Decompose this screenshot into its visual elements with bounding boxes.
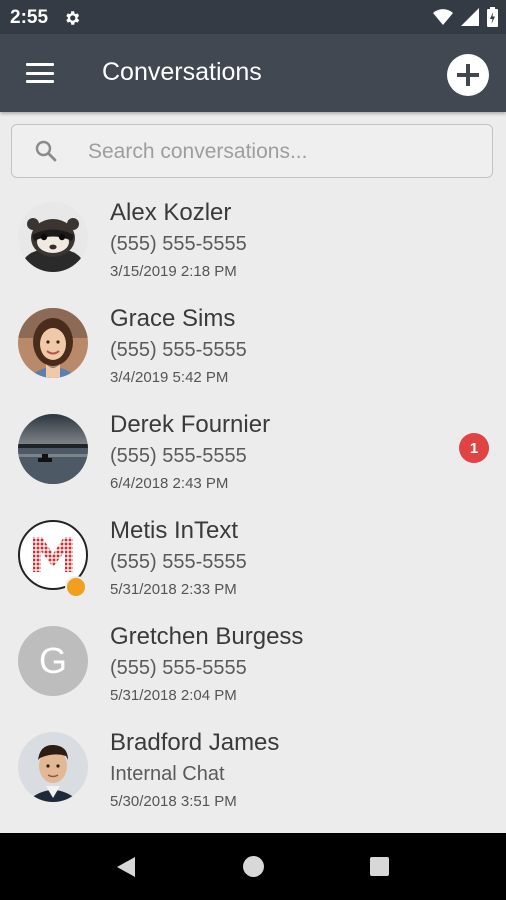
search-icon (34, 139, 58, 168)
recents-icon[interactable] (370, 857, 389, 876)
contact-phone: (555) 555-5555 (110, 445, 247, 467)
status-bar: 2:55 (0, 0, 506, 34)
message-timestamp: 6/4/2018 2:43 PM (110, 475, 229, 492)
battery-icon (487, 7, 498, 32)
conversation-list: Alex Kozler (555) 555-5555 3/15/2019 2:1… (0, 188, 506, 824)
avatar (18, 202, 88, 272)
contact-name: Alex Kozler (110, 199, 232, 226)
back-icon[interactable] (115, 855, 137, 884)
contact-phone: (555) 555-5555 (110, 339, 247, 361)
wifi-icon (433, 8, 453, 31)
search-input[interactable] (86, 133, 480, 171)
message-timestamp: 5/31/2018 2:04 PM (110, 687, 237, 704)
navigation-bar (0, 833, 506, 900)
contact-name: Metis InText (110, 517, 239, 544)
avatar-letter: G (18, 626, 88, 696)
message-timestamp: 5/30/2018 3:51 PM (110, 793, 237, 810)
message-timestamp: 3/4/2019 5:42 PM (110, 369, 229, 386)
search-bar[interactable] (11, 124, 493, 178)
signal-icon (461, 8, 479, 31)
conversation-row[interactable]: Grace Sims (555) 555-5555 3/4/2019 5:42 … (0, 294, 506, 400)
page-title: Conversations (102, 58, 262, 86)
avatar (18, 732, 88, 802)
contact-name: Gretchen Burgess (110, 623, 304, 650)
contact-phone: (555) 555-5555 (110, 551, 247, 573)
add-conversation-button[interactable] (447, 54, 489, 96)
status-time: 2:55 (10, 7, 49, 28)
conversation-row[interactable]: Alex Kozler (555) 555-5555 3/15/2019 2:1… (0, 188, 506, 294)
message-timestamp: 5/31/2018 2:33 PM (110, 581, 237, 598)
conversation-row[interactable]: G Gretchen Burgess (555) 555-5555 5/31/2… (0, 612, 506, 718)
avatar (18, 414, 88, 484)
home-icon[interactable] (243, 856, 264, 877)
gear-icon (63, 9, 81, 32)
avatar (18, 308, 88, 378)
contact-name: Bradford James (110, 729, 280, 756)
unread-badge: 1 (459, 433, 489, 463)
message-timestamp: 3/15/2019 2:18 PM (110, 263, 237, 280)
status-icons (433, 7, 498, 32)
conversation-row[interactable]: Derek Fournier (555) 555-5555 6/4/2018 2… (0, 400, 506, 506)
contact-subtitle: Internal Chat (110, 763, 225, 785)
conversation-row[interactable]: Bradford James Internal Chat 5/30/2018 3… (0, 718, 506, 824)
contact-name: Grace Sims (110, 305, 236, 332)
menu-icon[interactable] (26, 63, 54, 83)
contact-name: Derek Fournier (110, 411, 271, 438)
online-status-dot (65, 576, 87, 598)
app-bar: Conversations (0, 34, 506, 112)
contact-phone: (555) 555-5555 (110, 657, 247, 679)
contact-phone: (555) 555-5555 (110, 233, 247, 255)
conversation-row[interactable]: Metis InText (555) 555-5555 5/31/2018 2:… (0, 506, 506, 612)
